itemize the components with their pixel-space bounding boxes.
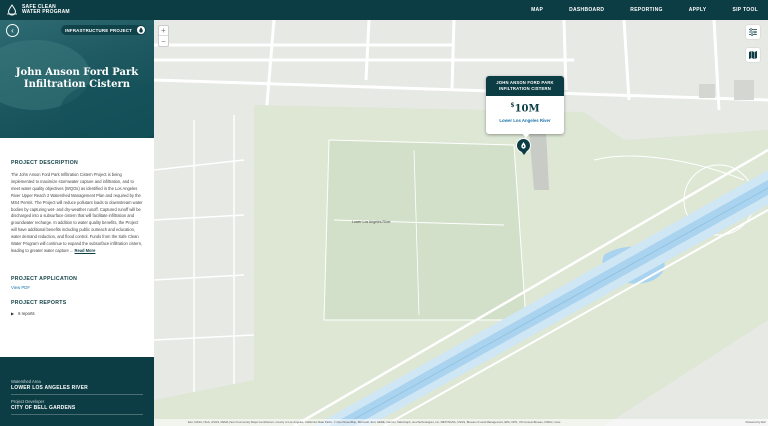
project-title-line-1: John Anson Ford Park xyxy=(15,67,139,78)
zoom-in-button[interactable]: + xyxy=(159,26,168,36)
reports-count: 6 reports xyxy=(18,310,35,316)
top-navigation-bar: SAFE CLEAN WATER PROGRAM MAP DASHBOARD R… xyxy=(0,0,768,20)
powered-by-esri[interactable]: Powered by Esri xyxy=(746,419,768,426)
developer-value: CITY OF BELL GARDENS xyxy=(11,405,76,411)
water-drop-icon xyxy=(137,26,145,34)
popup-amount-value: 10M xyxy=(514,103,540,115)
project-title-line-2: Infiltration Cistern xyxy=(23,79,131,90)
project-hero-image: ‹ INFRASTRUCTURE PROJECT John Anson Ford… xyxy=(0,20,154,138)
back-button[interactable]: ‹ xyxy=(6,24,19,37)
nav-apply[interactable]: APPLY xyxy=(689,7,707,13)
view-pdf-link[interactable]: View PDF xyxy=(11,285,143,290)
nav-map[interactable]: MAP xyxy=(531,7,543,13)
project-type-label: INFRASTRUCTURE PROJECT xyxy=(65,27,132,33)
project-sidebar: ‹ INFRASTRUCTURE PROJECT John Anson Ford… xyxy=(0,20,154,426)
popup-title-line-1: JOHN ANSON FORD PARK xyxy=(496,80,554,85)
river-map-label: Lower Los Angeles River xyxy=(352,220,391,224)
description-heading: PROJECT DESCRIPTION xyxy=(11,160,79,166)
description-body: The John Anson Ford Park Infiltration Ci… xyxy=(11,172,143,253)
water-drop-logo-icon xyxy=(7,4,17,16)
popup-title-line-2: INFILTRATION CISTERN xyxy=(499,85,551,91)
map-view[interactable]: + − Lower Los Angeles River JOHN ANSON F… xyxy=(154,20,768,426)
project-title: John Anson Ford Park Infiltration Cister… xyxy=(0,67,154,91)
nav-sip-tool[interactable]: SIP TOOL xyxy=(732,7,758,13)
zoom-controls: + − xyxy=(158,25,169,47)
popup-funding-amount: $10M xyxy=(486,102,564,114)
zoom-out-button[interactable]: − xyxy=(159,36,168,46)
popup-title: JOHN ANSON FORD PARK INFILTRATION CISTER… xyxy=(486,76,564,96)
popup-watershed: Lower Los Angeles River xyxy=(499,118,551,124)
logo-line-2: WATER PROGRAM xyxy=(22,9,70,15)
reports-heading: PROJECT REPORTS xyxy=(11,299,67,306)
project-details: PROJECT DESCRIPTION The John Anson Ford … xyxy=(0,138,154,316)
watershed-label: Watershed Area xyxy=(11,379,41,384)
caret-right-icon: ▶ xyxy=(11,310,15,316)
basemap xyxy=(154,20,768,426)
application-heading: PROJECT APPLICATION xyxy=(11,275,78,282)
program-logo[interactable]: SAFE CLEAN WATER PROGRAM xyxy=(6,4,70,16)
chevron-left-icon: ‹ xyxy=(11,26,14,35)
watershed-value: LOWER LOS ANGELES RIVER xyxy=(11,385,88,391)
sliders-icon xyxy=(749,28,757,36)
map-attribution: Esri, NASA, NGA, USGS, FEMA | Esri Commu… xyxy=(154,419,768,426)
reports-toggle[interactable]: ▶ 6 reports xyxy=(11,311,143,316)
logo-text: SAFE CLEAN WATER PROGRAM xyxy=(22,5,70,15)
map-pin-tail xyxy=(521,151,527,155)
main-nav: MAP DASHBOARD REPORTING APPLY SIP TOOL xyxy=(531,0,758,20)
project-type-badge: INFRASTRUCTURE PROJECT xyxy=(61,25,146,35)
water-drop-pin-icon xyxy=(521,142,526,149)
basemap-toggle-button[interactable] xyxy=(746,48,760,62)
developer-label: Project Developer xyxy=(11,399,45,404)
nav-reporting[interactable]: REPORTING xyxy=(630,7,662,13)
read-more-link[interactable]: Read More xyxy=(75,248,96,253)
info-divider xyxy=(11,394,143,395)
layers-filter-button[interactable] xyxy=(746,25,760,39)
info-divider-2 xyxy=(11,414,143,415)
description-text: The John Anson Ford Park Infiltration Ci… xyxy=(11,172,143,255)
map-icon xyxy=(749,51,757,59)
nav-dashboard[interactable]: DASHBOARD xyxy=(569,7,604,13)
project-popup[interactable]: JOHN ANSON FORD PARK INFILTRATION CISTER… xyxy=(486,76,564,134)
project-info-panel: Watershed Area LOWER LOS ANGELES RIVER P… xyxy=(0,357,154,426)
